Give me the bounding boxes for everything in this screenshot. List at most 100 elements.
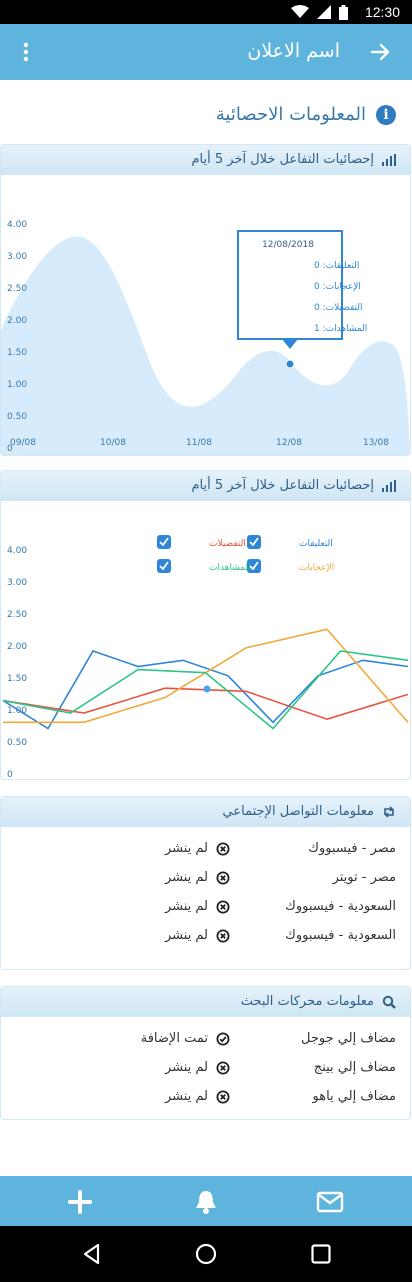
battery-icon bbox=[339, 4, 348, 20]
chart2-y-tick: 2.50 bbox=[7, 610, 27, 620]
social-card-header: معلومات التواصل الإجتماعي bbox=[1, 797, 410, 827]
chart1-title: إحصائيات التفاعل خلال آخر 5 أيام bbox=[191, 152, 374, 167]
bell-icon[interactable] bbox=[192, 1188, 220, 1216]
chart1-y-tick: 2.00 bbox=[7, 316, 27, 326]
chart1-y-tick: 4.00 bbox=[7, 220, 27, 230]
search-row: مضاف إلي ياهو لم ينشر bbox=[15, 1089, 396, 1118]
legend-checkbox-icon[interactable] bbox=[247, 535, 261, 549]
area-point-highlight[interactable] bbox=[285, 359, 295, 369]
info-icon: i bbox=[376, 104, 396, 125]
social-row-label: السعودية - فيسبووك bbox=[285, 899, 396, 914]
legend-item[interactable]: التعليقات bbox=[247, 535, 333, 549]
status-text: لم ينشر bbox=[164, 928, 208, 943]
more-vert-icon[interactable] bbox=[16, 38, 36, 66]
social-rows: مصر - فيسبووك لم ينشر مصر - تويتر لم ينشر ال… bbox=[1, 827, 410, 957]
bar-chart-icon bbox=[382, 153, 396, 166]
search-row-status: تمت الإضافة bbox=[141, 1031, 230, 1046]
chart2-y-tick: 1.50 bbox=[7, 674, 27, 684]
status-text: لم ينشر bbox=[164, 899, 208, 914]
status-time: 12:30 bbox=[364, 4, 400, 20]
mail-icon[interactable] bbox=[316, 1188, 344, 1216]
legend-label: التفضيلات bbox=[209, 539, 246, 549]
status-icons bbox=[291, 4, 348, 20]
social-row-label: السعودية - فيسبووك bbox=[285, 928, 396, 943]
chart1-x-tick: 09/08 bbox=[10, 438, 36, 448]
search-row-label: مضاف إلي جوجل bbox=[301, 1031, 396, 1046]
bar-chart-icon bbox=[382, 479, 396, 492]
tooltip-line: الإعجابات: 0 bbox=[314, 282, 361, 292]
search-engines-card: معلومات محركات البحث مضاف إلي جوجل تمت ال… bbox=[0, 986, 411, 1120]
back-arrow-icon[interactable] bbox=[366, 38, 394, 66]
chart2-y-tick: 2.00 bbox=[7, 642, 27, 652]
stats-section-header: i المعلومات الاحصائية bbox=[216, 104, 396, 125]
tooltip-line: التعليقات: 0 bbox=[314, 261, 359, 271]
legend-item[interactable]: التفضيلات bbox=[157, 535, 246, 549]
stats-section-title: المعلومات الاحصائية bbox=[215, 104, 366, 125]
social-row: مصر - تويتر لم ينشر bbox=[15, 870, 396, 899]
chart1-x-tick: 12/08 bbox=[276, 438, 302, 448]
wifi-icon bbox=[291, 5, 309, 18]
check-circle-icon bbox=[216, 1032, 230, 1046]
x-circle-icon bbox=[216, 842, 230, 856]
chart1-x-tick: 10/08 bbox=[100, 438, 126, 448]
social-row: مصر - فيسبووك لم ينشر bbox=[15, 841, 396, 870]
chart1-y-tick: 0.50 bbox=[7, 412, 27, 422]
search-row-label: مضاف إلي ياهو bbox=[312, 1089, 397, 1104]
tooltip-date: 12/08/2018 bbox=[262, 240, 314, 250]
legend-label: الإعجابات bbox=[299, 563, 334, 573]
social-media-card: معلومات التواصل الإجتماعي مصر - فيسبووك ل… bbox=[0, 796, 411, 970]
legend-checkbox-icon[interactable] bbox=[157, 535, 171, 549]
chart1-y-tick: 1.00 bbox=[7, 380, 27, 390]
chart2-y-tick: 3.00 bbox=[7, 578, 27, 588]
signal-icon bbox=[317, 5, 331, 19]
chart1-x-tick: 11/08 bbox=[186, 438, 212, 448]
social-row-label: مصر - تويتر bbox=[332, 870, 396, 885]
social-row-status: لم ينشر bbox=[165, 841, 230, 856]
interaction-line-chart-card: إحصائيات التفاعل خلال آخر 5 أيام 4.00 3.0… bbox=[0, 470, 411, 802]
nav-recents-icon[interactable] bbox=[309, 1242, 333, 1266]
retweet-icon bbox=[384, 805, 394, 818]
status-text: تمت الإضافة bbox=[140, 1031, 208, 1046]
social-row-status: لم ينشر bbox=[165, 899, 230, 914]
chart1-y-tick: 3.00 bbox=[7, 252, 27, 262]
x-circle-icon bbox=[216, 871, 230, 885]
legend-item[interactable]: الإعجابات bbox=[247, 559, 334, 573]
legend-item[interactable]: المشاهدات bbox=[157, 559, 251, 573]
chart-tooltip: 12/08/2018 التعليقات: 0 الإعجابات: 0 التفضي… bbox=[237, 230, 367, 349]
bottom-action-bar bbox=[0, 1176, 412, 1226]
tooltip-line: التفضيلات: 0 bbox=[314, 303, 363, 313]
x-circle-icon bbox=[216, 1061, 230, 1075]
system-nav-bar bbox=[0, 1226, 412, 1282]
social-row-label: مصر - فيسبووك bbox=[308, 841, 396, 856]
area-chart[interactable]: 4.003.002.502.001.501.000.50009/08 10/08 1… bbox=[1, 175, 410, 455]
nav-home-icon[interactable] bbox=[194, 1242, 218, 1266]
social-card-title: معلومات التواصل الإجتماعي bbox=[222, 804, 374, 819]
chart1-x-tick: 13/08 bbox=[363, 438, 389, 448]
chart1-y-tick: 2.50 bbox=[7, 284, 27, 294]
line-series bbox=[3, 628, 409, 724]
chart2-y-tick: 0 bbox=[7, 770, 13, 779]
chart2-y-tick: 4.00 bbox=[7, 546, 27, 556]
chart1-header: إحصائيات التفاعل خلال آخر 5 أيام bbox=[1, 145, 410, 175]
x-circle-icon bbox=[216, 900, 230, 914]
chart2-header: إحصائيات التفاعل خلال آخر 5 أيام bbox=[1, 471, 410, 501]
search-rows: مضاف إلي جوجل تمت الإضافة مضاف إلي بينج لم … bbox=[1, 1017, 410, 1118]
social-row-status: لم ينشر bbox=[165, 870, 230, 885]
social-row: السعودية - فيسبووك لم ينشر bbox=[15, 928, 396, 957]
search-row-status: لم ينشر bbox=[165, 1060, 230, 1075]
add-icon[interactable] bbox=[66, 1188, 94, 1216]
x-circle-icon bbox=[216, 1090, 230, 1104]
legend-checkbox-icon[interactable] bbox=[157, 559, 171, 573]
line-point-highlight[interactable] bbox=[203, 685, 211, 693]
search-row: مضاف إلي بينج لم ينشر bbox=[15, 1060, 396, 1089]
search-icon bbox=[382, 995, 396, 1009]
line-series bbox=[2, 687, 409, 721]
search-row-label: مضاف إلي بينج bbox=[313, 1060, 396, 1075]
status-text: لم ينشر bbox=[164, 841, 208, 856]
interaction-area-chart-card: إحصائيات التفاعل خلال آخر 5 أيام 4.00 3.0… bbox=[0, 144, 411, 456]
status-text: لم ينشر bbox=[164, 1089, 208, 1104]
chart1-y-tick: 1.50 bbox=[7, 348, 27, 358]
legend-label: المشاهدات bbox=[209, 563, 251, 573]
nav-back-icon[interactable] bbox=[80, 1242, 104, 1266]
line-chart[interactable]: 4.003.002.502.001.501.000.50009/0810/081… bbox=[1, 501, 410, 802]
